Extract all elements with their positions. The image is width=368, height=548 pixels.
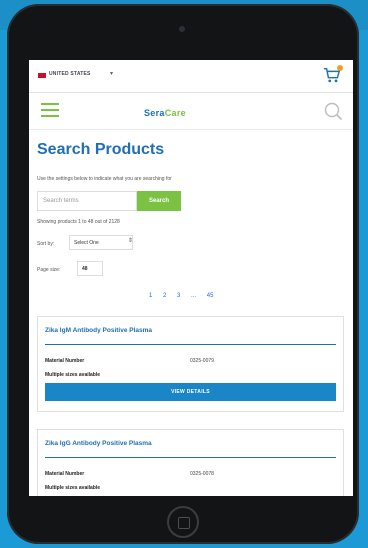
search-icon[interactable] — [323, 101, 343, 121]
material-number-value: 0325-0079 — [190, 358, 214, 364]
pagination: 1 2 3 ... 45 — [149, 293, 222, 299]
material-number-label: Material Number — [45, 358, 85, 364]
product-card: Zika IgM Antibody Positive Plasma Materi… — [37, 316, 344, 412]
camera-icon — [179, 26, 185, 32]
sort-updown-icon: ⇕ — [128, 238, 134, 244]
flag-icon — [38, 73, 46, 78]
device-screen: UNITED STATES ▾ SeraCare Search Products… — [29, 60, 353, 496]
sizes-note: Multiple sizes available — [45, 372, 101, 378]
page-size-label: Page size: — [37, 267, 61, 273]
intro-text: Use the settings below to indicate what … — [37, 176, 172, 182]
page-ellipsis: ... — [191, 293, 197, 299]
page-title: Search Products — [37, 141, 165, 158]
sizes-note: Multiple sizes available — [45, 485, 101, 491]
view-details-button[interactable]: VIEW DETAILS — [45, 383, 336, 401]
search-button[interactable]: Search — [137, 191, 181, 211]
brand-logo[interactable]: SeraCare — [144, 103, 224, 119]
page-link-3[interactable]: 3 — [177, 293, 180, 299]
page-size-select[interactable]: 48 — [77, 261, 103, 276]
card-divider — [45, 457, 336, 458]
material-number-label: Material Number — [45, 471, 85, 477]
tablet-frame: UNITED STATES ▾ SeraCare Search Products… — [7, 4, 359, 544]
country-bar: UNITED STATES ▾ — [29, 60, 353, 93]
product-card: Zika IgG Antibody Positive Plasma Materi… — [37, 429, 344, 496]
material-number-value: 0325-0078 — [190, 471, 214, 477]
sort-select[interactable]: Select One — [69, 235, 133, 250]
page-link-last[interactable]: 45 — [207, 293, 214, 299]
hamburger-menu-icon[interactable] — [41, 103, 59, 117]
sort-label: Sort by: — [37, 241, 55, 247]
home-button[interactable] — [167, 506, 199, 538]
card-divider — [45, 344, 336, 345]
country-selector[interactable]: UNITED STATES — [49, 71, 91, 77]
chevron-down-icon[interactable]: ▾ — [110, 70, 113, 77]
product-name[interactable]: Zika IgM Antibody Positive Plasma — [45, 327, 152, 334]
cart-badge — [337, 65, 343, 71]
page-link-1[interactable]: 1 — [149, 293, 152, 299]
product-name[interactable]: Zika IgG Antibody Positive Plasma — [45, 440, 152, 447]
page-link-2[interactable]: 2 — [163, 293, 166, 299]
search-input[interactable]: Search terms — [37, 191, 137, 211]
main-navbar: SeraCare — [29, 93, 353, 130]
results-count: Showing products 1 to 48 out of 2128 — [37, 219, 120, 225]
